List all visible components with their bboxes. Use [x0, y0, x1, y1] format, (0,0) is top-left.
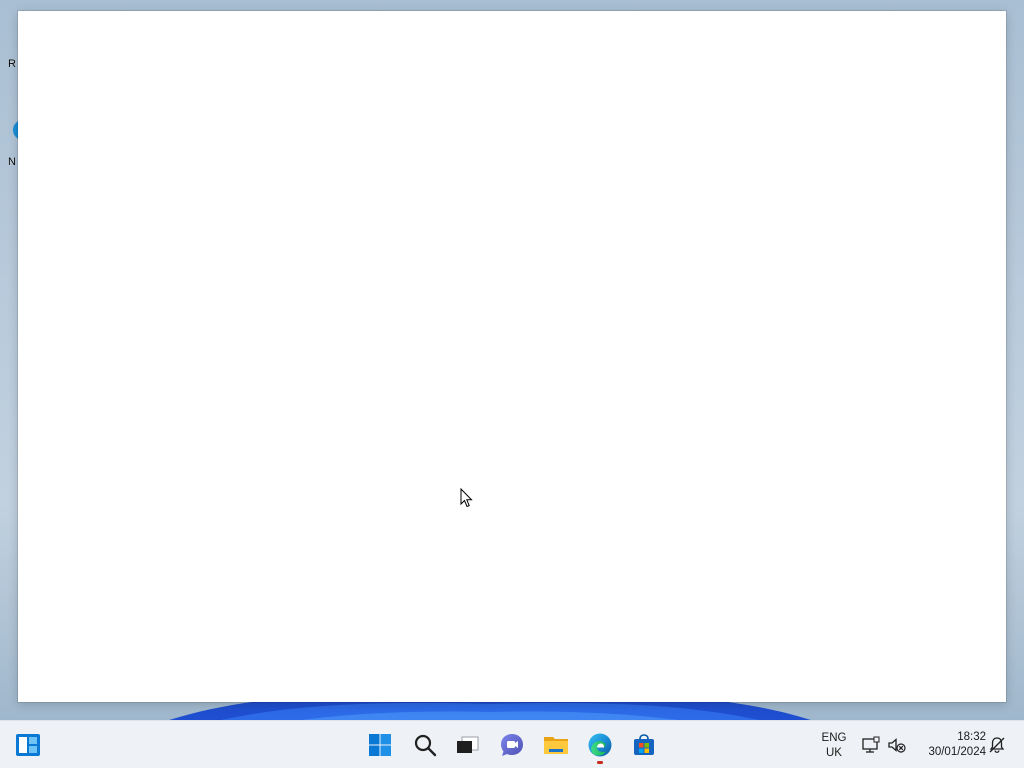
- clock-time: 18:32: [957, 731, 986, 743]
- mouse-cursor-icon: [460, 488, 473, 508]
- taskbar: ENG UK 18:32 30/01/2024: [0, 720, 1024, 768]
- start-button[interactable]: [360, 725, 400, 765]
- file-explorer-icon: [544, 737, 568, 754]
- widgets-icon: [16, 734, 40, 756]
- edge-icon: [588, 733, 612, 757]
- language-region: UK: [826, 747, 842, 759]
- task-view-button[interactable]: [447, 725, 487, 765]
- volume-muted-icon: [888, 738, 906, 753]
- widgets-button[interactable]: [8, 725, 48, 765]
- blank-app-window[interactable]: [18, 11, 1006, 702]
- store-icon: [634, 734, 654, 755]
- volume-button[interactable]: [887, 735, 907, 755]
- language-code: ENG: [821, 732, 847, 744]
- desktop-icon-label-fragment[interactable]: N: [8, 156, 16, 168]
- windows-start-icon: [369, 734, 391, 756]
- network-icon: [862, 736, 880, 753]
- store-button[interactable]: [624, 725, 664, 765]
- notification-bell-icon: [989, 737, 1005, 753]
- input-language-indicator[interactable]: ENG UK: [812, 731, 856, 761]
- chat-icon: [501, 734, 523, 756]
- search-icon: [414, 734, 437, 757]
- notifications-button[interactable]: [987, 735, 1007, 755]
- taskbar-clock[interactable]: 18:32 30/01/2024: [916, 730, 986, 760]
- file-explorer-button[interactable]: [536, 725, 576, 765]
- network-button[interactable]: [861, 735, 881, 755]
- edge-button[interactable]: [580, 725, 620, 765]
- search-button[interactable]: [405, 725, 445, 765]
- clock-date: 30/01/2024: [928, 746, 986, 758]
- chat-button[interactable]: [492, 725, 532, 765]
- desktop-icon-label-fragment[interactable]: R: [8, 58, 16, 70]
- task-view-icon: [457, 736, 479, 753]
- active-app-indicator: [597, 761, 603, 764]
